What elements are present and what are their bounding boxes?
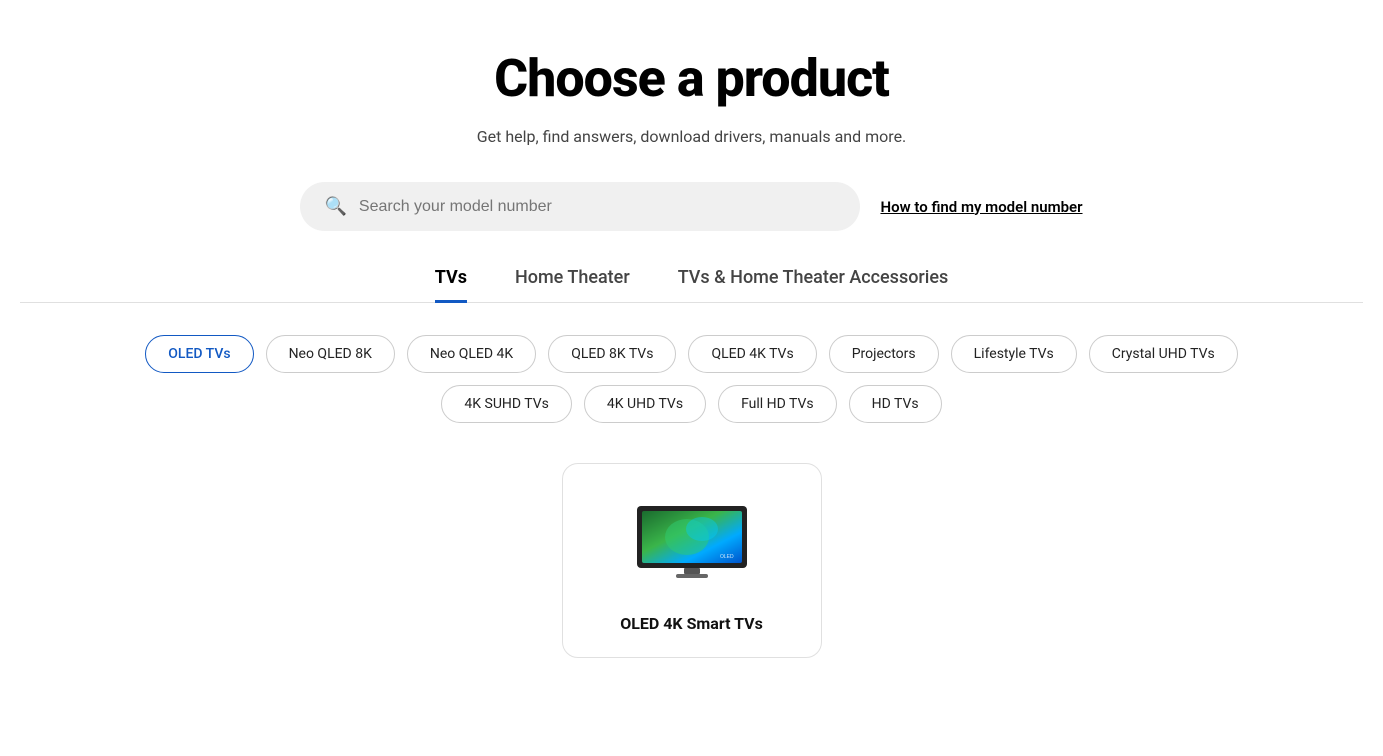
- search-row: 🔍 How to find my model number: [20, 182, 1363, 231]
- chip-neo-qled-8k[interactable]: Neo QLED 8K: [266, 335, 395, 373]
- search-input[interactable]: [359, 198, 837, 216]
- search-icon: 🔍: [324, 196, 346, 217]
- page-title: Choose a product: [494, 48, 889, 109]
- model-number-link[interactable]: How to find my model number: [880, 198, 1082, 216]
- tv-illustration: OLED: [632, 501, 752, 581]
- chip-qled-8k-tvs[interactable]: QLED 8K TVs: [548, 335, 676, 373]
- chip-4k-uhd-tvs[interactable]: 4K UHD TVs: [584, 385, 706, 423]
- svg-text:OLED: OLED: [720, 554, 734, 560]
- page-wrapper: Choose a product Get help, find answers,…: [0, 0, 1383, 698]
- chip-projectors[interactable]: Projectors: [829, 335, 939, 373]
- chip-neo-qled-4k[interactable]: Neo QLED 4K: [407, 335, 536, 373]
- product-name: OLED 4K Smart TVs: [620, 614, 763, 633]
- product-image: OLED: [627, 496, 757, 586]
- page-subtitle: Get help, find answers, download drivers…: [477, 127, 907, 146]
- tab-accessories[interactable]: TVs & Home Theater Accessories: [678, 267, 949, 303]
- chip-hd-tvs[interactable]: HD TVs: [849, 385, 942, 423]
- chip-oled-tvs[interactable]: OLED TVs: [145, 335, 253, 373]
- chip-qled-4k-tvs[interactable]: QLED 4K TVs: [688, 335, 816, 373]
- tabs-row: TVs Home Theater TVs & Home Theater Acce…: [20, 267, 1363, 303]
- chip-full-hd-tvs[interactable]: Full HD TVs: [718, 385, 837, 423]
- chip-crystal-uhd-tvs[interactable]: Crystal UHD TVs: [1089, 335, 1238, 373]
- product-grid: OLED OLED 4K Smart TVs: [142, 463, 1242, 658]
- filter-chips: OLED TVs Neo QLED 8K Neo QLED 4K QLED 8K…: [142, 335, 1242, 423]
- chip-lifestyle-tvs[interactable]: Lifestyle TVs: [951, 335, 1077, 373]
- tab-tvs[interactable]: TVs: [435, 267, 467, 303]
- tab-home-theater[interactable]: Home Theater: [515, 267, 630, 303]
- chip-4k-suhd-tvs[interactable]: 4K SUHD TVs: [441, 385, 572, 423]
- product-card-oled-4k[interactable]: OLED OLED 4K Smart TVs: [562, 463, 822, 658]
- search-bar: 🔍: [300, 182, 860, 231]
